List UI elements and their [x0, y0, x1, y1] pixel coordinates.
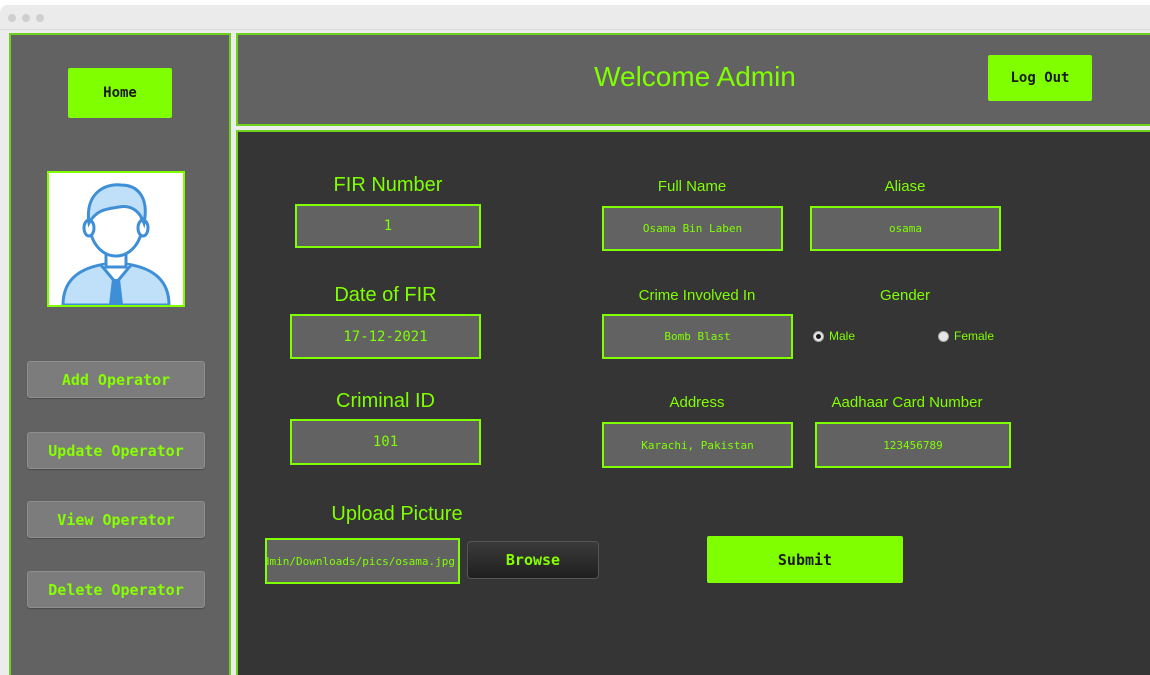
- crime-involved-field[interactable]: Bomb Blast: [602, 314, 793, 359]
- crime-involved-label: Crime Involved In: [638, 287, 756, 304]
- aadhaar-label: Aadhaar Card Number: [831, 394, 983, 411]
- home-button[interactable]: Home: [68, 68, 172, 118]
- add-operator-button[interactable]: Add Operator: [27, 361, 205, 398]
- address-field[interactable]: Karachi, Pakistan: [602, 422, 793, 468]
- date-of-fir-field[interactable]: 17-12-2021: [290, 314, 481, 359]
- fir-number-field[interactable]: 1: [295, 204, 481, 248]
- admin-avatar: [47, 171, 185, 307]
- address-label: Address: [669, 394, 725, 411]
- submit-button[interactable]: Submit: [707, 536, 903, 583]
- minimize-window-icon[interactable]: [22, 14, 30, 22]
- male-option-label: Male: [829, 329, 856, 343]
- title-bar: [0, 5, 1150, 30]
- aliase-field[interactable]: osama: [810, 206, 1001, 251]
- user-avatar-icon: [61, 183, 171, 305]
- gender-male-radio[interactable]: Male: [813, 329, 855, 343]
- close-window-icon[interactable]: [8, 14, 16, 22]
- delete-operator-button[interactable]: Delete Operator: [27, 571, 205, 608]
- aadhaar-field[interactable]: 123456789: [815, 422, 1011, 468]
- logout-button[interactable]: Log Out: [988, 55, 1092, 101]
- criminal-id-label: Criminal ID: [336, 390, 435, 412]
- app-window: Home Add Operator Update Operator View O…: [0, 5, 1150, 675]
- date-of-fir-label: Date of FIR: [334, 284, 437, 306]
- full-name-label: Full Name: [657, 178, 727, 195]
- view-operator-button[interactable]: View Operator: [27, 501, 205, 538]
- aliase-label: Aliase: [884, 178, 926, 195]
- browse-button[interactable]: Browse: [467, 541, 599, 579]
- header: Welcome Admin Log Out: [236, 33, 1150, 126]
- gender-label: Gender: [879, 287, 931, 304]
- radio-unselected-icon: [938, 330, 949, 342]
- gender-female-radio[interactable]: Female: [938, 329, 994, 343]
- picture-path-field[interactable]: /Users/admin/Downloads/pics/osama.jpg: [265, 538, 460, 584]
- upload-picture-label: Upload Picture: [331, 503, 463, 525]
- maximize-window-icon[interactable]: [36, 14, 44, 22]
- radio-selected-icon: [813, 330, 824, 342]
- fir-number-label: FIR Number: [333, 174, 443, 196]
- fir-form: FIR Number 1 Date of FIR 17-12-2021 Crim…: [236, 130, 1150, 675]
- female-option-label: Female: [954, 329, 995, 343]
- criminal-id-field[interactable]: 101: [290, 419, 481, 465]
- sidebar: Home Add Operator Update Operator View O…: [9, 33, 231, 675]
- update-operator-button[interactable]: Update Operator: [27, 432, 205, 469]
- full-name-field[interactable]: Osama Bin Laben: [602, 206, 783, 251]
